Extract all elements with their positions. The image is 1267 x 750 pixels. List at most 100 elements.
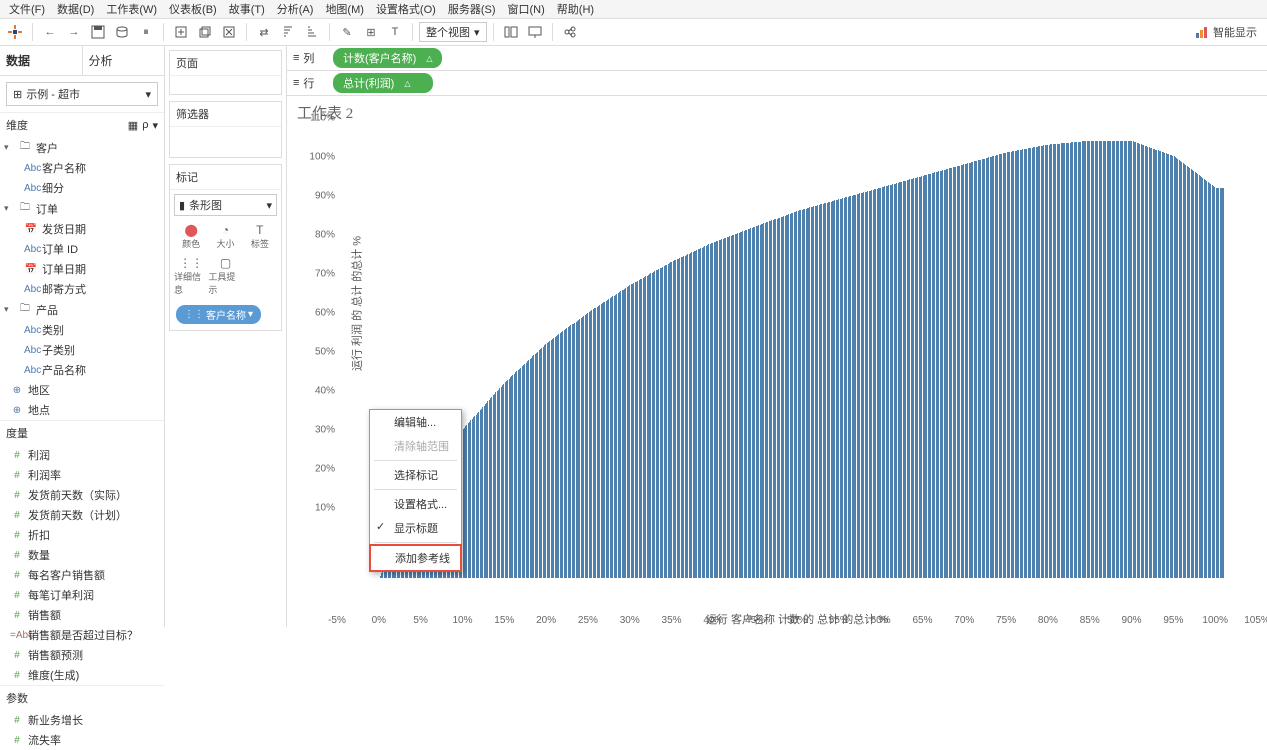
menu-dashboard[interactable]: 仪表板(B) bbox=[164, 0, 222, 19]
menu-format[interactable]: 设置格式(O) bbox=[371, 0, 441, 19]
field-利润率[interactable]: #利润率 bbox=[0, 465, 164, 485]
cards-pane: 页面 筛选器 标记 ▮ 条形图 ▾ ⬤颜色 ◔大小 T标签 ⋮⋮详细信息 ▢工具 bbox=[165, 46, 287, 627]
field-邮寄方式[interactable]: Abc邮寄方式 bbox=[0, 279, 164, 299]
field-产品名称[interactable]: Abc产品名称 bbox=[0, 360, 164, 380]
fit-dropdown[interactable]: 整个视图▾ bbox=[419, 22, 487, 42]
highlight-icon[interactable]: ✎ bbox=[336, 21, 358, 43]
marks-pill-customer[interactable]: ⋮⋮ 客户名称 ▾ bbox=[176, 305, 261, 324]
columns-pill[interactable]: 计数(客户名称)△ bbox=[333, 48, 442, 68]
save-icon[interactable] bbox=[87, 21, 109, 43]
field-销售额[interactable]: #销售额 bbox=[0, 605, 164, 625]
field-每名客户销售额[interactable]: #每名客户销售额 bbox=[0, 565, 164, 585]
plot-area[interactable] bbox=[337, 129, 1257, 597]
field-新业务增长[interactable]: #新业务增长 bbox=[0, 710, 164, 730]
menu-file[interactable]: 文件(F) bbox=[4, 0, 50, 19]
ctx-format[interactable]: 设置格式... bbox=[370, 492, 461, 516]
filters-card: 筛选器 bbox=[169, 101, 282, 158]
field-订单日期[interactable]: 📅订单日期 bbox=[0, 259, 164, 279]
y-axis[interactable]: 10%20%30%40%50%60%70%80%90%100%110% bbox=[302, 129, 337, 577]
menu-story[interactable]: 故事(T) bbox=[224, 0, 270, 19]
field-维度(生成)[interactable]: #维度(生成) bbox=[0, 665, 164, 685]
field-销售额预测[interactable]: #销售额预测 bbox=[0, 645, 164, 665]
search-icon[interactable]: ρ bbox=[142, 119, 148, 132]
back-icon[interactable]: ← bbox=[39, 21, 61, 43]
mark-type-selector[interactable]: ▮ 条形图 ▾ bbox=[174, 194, 277, 216]
field-发货日期[interactable]: 📅发货日期 bbox=[0, 219, 164, 239]
duplicate-icon[interactable] bbox=[194, 21, 216, 43]
chart[interactable]: 运行 利润 的 总计 的总计 % 10%20%30%40%50%60%70%80… bbox=[337, 129, 1257, 597]
menu-window[interactable]: 窗口(N) bbox=[503, 0, 550, 19]
view-toggle-icon[interactable]: ▦ bbox=[128, 119, 138, 132]
menubar: 文件(F) 数据(D) 工作表(W) 仪表板(B) 故事(T) 分析(A) 地图… bbox=[0, 0, 1267, 19]
pages-card: 页面 bbox=[169, 50, 282, 95]
show-me-icon bbox=[1195, 25, 1209, 39]
field-订单 ID[interactable]: Abc订单 ID bbox=[0, 239, 164, 259]
field-地点[interactable]: ⊕地点 bbox=[0, 400, 164, 420]
ctx-select-marks[interactable]: 选择标记 bbox=[370, 463, 461, 487]
new-datasource-icon[interactable] bbox=[111, 21, 133, 43]
ctx-show-title[interactable]: ✓显示标题 bbox=[370, 516, 461, 540]
rows-icon: ≡ bbox=[293, 77, 299, 89]
tab-analysis[interactable]: 分析 bbox=[83, 46, 165, 75]
columns-icon: ≡ bbox=[293, 52, 299, 64]
show-me-button[interactable]: 智能显示 bbox=[1189, 24, 1263, 40]
parameters-header: 参数 bbox=[0, 685, 164, 710]
field-子类别[interactable]: Abc子类别 bbox=[0, 340, 164, 360]
field-折扣[interactable]: #折扣 bbox=[0, 525, 164, 545]
mark-label[interactable]: T标签 bbox=[243, 220, 277, 253]
y-tick: 110% bbox=[310, 112, 335, 123]
field-利润[interactable]: #利润 bbox=[0, 445, 164, 465]
field-销售额是否超过目标？[interactable]: =Abc销售额是否超过目标？ bbox=[0, 625, 164, 645]
y-tick: 50% bbox=[315, 346, 335, 357]
share-icon[interactable] bbox=[559, 21, 581, 43]
tab-data[interactable]: 数据 bbox=[0, 46, 83, 75]
field-发货前天数（实际）[interactable]: #发货前天数（实际） bbox=[0, 485, 164, 505]
sort-asc-icon[interactable] bbox=[277, 21, 299, 43]
mark-color[interactable]: ⬤颜色 bbox=[174, 220, 208, 253]
menu-analysis[interactable]: 分析(A) bbox=[272, 0, 319, 19]
group-icon[interactable]: ⊞ bbox=[360, 21, 382, 43]
mark-size[interactable]: ◔大小 bbox=[208, 220, 242, 253]
ctx-edit-axis[interactable]: 编辑轴... bbox=[370, 410, 461, 434]
field-客户[interactable]: ▾🗀客户 bbox=[0, 137, 164, 158]
datasource-selector[interactable]: ⊞ 示例 - 超市 ▾ bbox=[6, 82, 158, 106]
field-客户名称[interactable]: Abc客户名称 bbox=[0, 158, 164, 178]
menu-help[interactable]: 帮助(H) bbox=[552, 0, 599, 19]
mark-detail[interactable]: ⋮⋮详细信息 bbox=[174, 253, 208, 299]
sort-desc-icon[interactable] bbox=[301, 21, 323, 43]
field-数量[interactable]: #数量 bbox=[0, 545, 164, 565]
field-发货前天数（计划）[interactable]: #发货前天数（计划） bbox=[0, 505, 164, 525]
worksheet-title[interactable]: 工作表 2 bbox=[287, 96, 1267, 129]
y-tick: 100% bbox=[309, 151, 335, 162]
rows-shelf[interactable]: ≡行 总计(利润)△ bbox=[287, 71, 1267, 96]
clear-icon[interactable] bbox=[218, 21, 240, 43]
toolbar: ← → ⏸ ⇄ ✎ ⊞ T 整个视图▾ 智能显示 bbox=[0, 19, 1267, 46]
pause-updates-icon[interactable]: ⏸ bbox=[135, 21, 157, 43]
swap-icon[interactable]: ⇄ bbox=[253, 21, 275, 43]
rows-pill[interactable]: 总计(利润)△ bbox=[333, 73, 433, 93]
x-axis-label: 运行 客户名称 计数 的 总计 的总计 % bbox=[337, 611, 1257, 627]
label-icon[interactable]: T bbox=[384, 21, 406, 43]
forward-icon[interactable]: → bbox=[63, 21, 85, 43]
menu-worksheet[interactable]: 工作表(W) bbox=[101, 0, 162, 19]
dimensions-header: 维度 ▦ρ▾ bbox=[0, 112, 164, 137]
menu-map[interactable]: 地图(M) bbox=[320, 0, 369, 19]
field-地区[interactable]: ⊕地区 bbox=[0, 380, 164, 400]
field-订单[interactable]: ▾🗀订单 bbox=[0, 198, 164, 219]
field-每笔订单利润[interactable]: #每笔订单利润 bbox=[0, 585, 164, 605]
menu-server[interactable]: 服务器(S) bbox=[443, 0, 501, 19]
field-产品[interactable]: ▾🗀产品 bbox=[0, 299, 164, 320]
show-cards-icon[interactable] bbox=[500, 21, 522, 43]
new-worksheet-icon[interactable] bbox=[170, 21, 192, 43]
tableau-logo-icon[interactable] bbox=[4, 21, 26, 43]
columns-shelf[interactable]: ≡列 计数(客户名称)△ bbox=[287, 46, 1267, 71]
presentation-icon[interactable] bbox=[524, 21, 546, 43]
field-细分[interactable]: Abc细分 bbox=[0, 178, 164, 198]
mark-tooltip[interactable]: ▢工具提示 bbox=[208, 253, 242, 299]
marks-card: 标记 ▮ 条形图 ▾ ⬤颜色 ◔大小 T标签 ⋮⋮详细信息 ▢工具提示 ⋮⋮ 客… bbox=[169, 164, 282, 331]
axis-context-menu: 编辑轴... 清除轴范围 选择标记 设置格式... ✓显示标题 添加参考线 bbox=[369, 409, 462, 572]
field-类别[interactable]: Abc类别 bbox=[0, 320, 164, 340]
ctx-add-reference-line[interactable]: 添加参考线 bbox=[369, 544, 462, 572]
field-流失率[interactable]: #流失率 bbox=[0, 730, 164, 750]
menu-data[interactable]: 数据(D) bbox=[52, 0, 99, 19]
